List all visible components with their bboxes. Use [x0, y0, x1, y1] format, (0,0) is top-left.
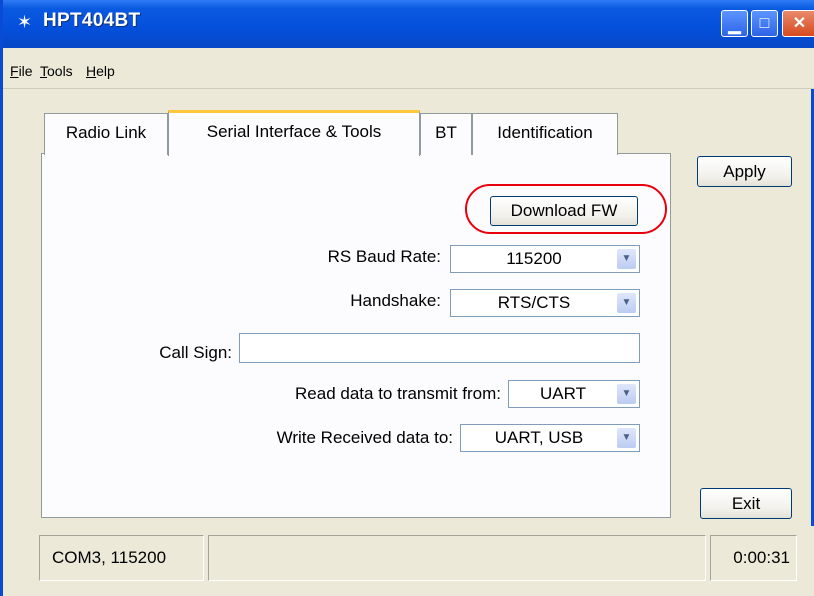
- maximize-icon: □: [759, 15, 770, 32]
- write-data-label: Write Received data to:: [276, 428, 453, 447]
- menu-file-mnemonic: F: [10, 63, 19, 79]
- status-port: COM3, 115200: [39, 535, 204, 581]
- call-sign-label: Call Sign:: [159, 343, 232, 362]
- close-icon: ✕: [792, 15, 807, 32]
- tab-serial-interface[interactable]: Serial Interface & Tools: [168, 110, 420, 156]
- menu-bar: [3, 48, 814, 89]
- chevron-down-icon[interactable]: ▼: [617, 249, 636, 269]
- exit-button[interactable]: Exit: [700, 488, 792, 519]
- menu-help-mnemonic: H: [86, 63, 97, 79]
- write-data-select[interactable]: UART, USB ▼: [460, 424, 640, 452]
- window-title: HPT404BT: [43, 10, 141, 31]
- menu-tools-mnemonic: T: [40, 63, 47, 79]
- app-icon: ✶: [17, 12, 33, 32]
- menu-help-label: elp: [96, 63, 115, 79]
- download-fw-button[interactable]: Download FW: [490, 196, 638, 226]
- read-data-select[interactable]: UART ▼: [508, 380, 640, 408]
- read-data-label: Read data to transmit from:: [295, 384, 501, 403]
- app-window: ✶ HPT404BT ▁ □ ✕ File Tools Help Radio L…: [0, 0, 814, 596]
- minimize-icon: ▁: [728, 17, 741, 34]
- chevron-down-icon[interactable]: ▼: [617, 428, 636, 448]
- title-bar[interactable]: ✶ HPT404BT ▁ □ ✕: [3, 0, 814, 48]
- write-data-value: UART, USB: [494, 428, 584, 447]
- rs-baud-rate-select[interactable]: 115200 ▼: [450, 245, 640, 273]
- tab-radio-link[interactable]: Radio Link: [44, 113, 168, 155]
- status-time: 0:00:31: [710, 535, 797, 581]
- maximize-button[interactable]: □: [751, 10, 778, 37]
- handshake-select[interactable]: RTS/CTS ▼: [450, 289, 640, 317]
- apply-button[interactable]: Apply: [697, 156, 792, 187]
- close-button[interactable]: ✕: [782, 10, 814, 37]
- tab-bt[interactable]: BT: [420, 113, 472, 155]
- status-middle: [208, 535, 706, 581]
- menu-tools[interactable]: Tools: [40, 63, 73, 79]
- menu-tools-label: ools: [47, 63, 73, 79]
- menu-file[interactable]: File: [10, 63, 33, 79]
- chevron-down-icon[interactable]: ▼: [617, 384, 636, 404]
- call-sign-input[interactable]: [239, 333, 640, 363]
- menu-help[interactable]: Help: [86, 63, 115, 79]
- handshake-label: Handshake:: [350, 291, 441, 310]
- rs-baud-rate-value: 115200: [506, 249, 562, 268]
- menu-file-label: ile: [18, 63, 33, 79]
- read-data-value: UART: [540, 384, 586, 403]
- chevron-down-icon[interactable]: ▼: [617, 293, 636, 313]
- minimize-button[interactable]: ▁: [721, 10, 748, 37]
- rs-baud-rate-label: RS Baud Rate:: [327, 247, 441, 266]
- tab-identification[interactable]: Identification: [472, 113, 618, 155]
- handshake-value: RTS/CTS: [497, 293, 571, 312]
